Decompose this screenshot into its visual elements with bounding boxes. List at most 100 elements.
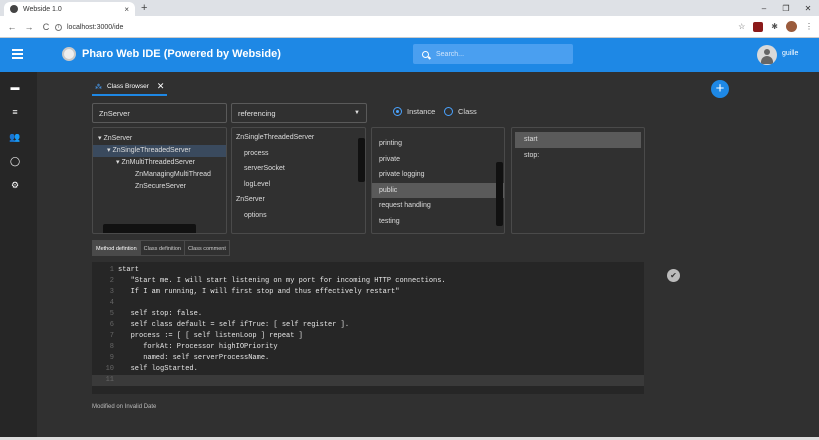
close-tab-button[interactable]: ✕: [157, 81, 165, 92]
code-line: 7 process := [ [ self listenLoop ] repea…: [92, 331, 644, 342]
line-number: 3: [109, 288, 114, 296]
bookmark-star-icon[interactable]: ☆: [738, 22, 745, 31]
app-title: Pharo Web IDE (Powered by Webside): [82, 48, 281, 60]
expand-icon[interactable]: ▾: [116, 159, 120, 166]
add-button[interactable]: +: [711, 80, 729, 98]
expand-icon[interactable]: ▾: [107, 147, 111, 154]
profile-avatar[interactable]: [786, 21, 797, 32]
code-line: 3 If I am running, I will first stop and…: [92, 287, 644, 298]
code-line: 8 forkAt: Processor highIOPriority: [92, 342, 644, 353]
code-text: If I am running, I will first stop and t…: [118, 288, 400, 296]
search-input[interactable]: Search...: [413, 44, 573, 64]
tree-item-znsinglethreadedserver[interactable]: ▾ ZnSingleThreadedServer: [93, 145, 226, 157]
tree-item-znmultithreadedserver[interactable]: ▾ ZnMultiThreadedServer: [93, 157, 226, 169]
methods-panel: start stop:: [511, 127, 645, 234]
category-item-selected[interactable]: public: [372, 182, 504, 198]
variables-panel: ZnSingleThreadedServer process serverSoc…: [231, 127, 366, 234]
browser-menu-icon[interactable]: ⋮: [805, 22, 813, 31]
category-item[interactable]: private: [372, 152, 504, 168]
list-icon[interactable]: ≡: [9, 107, 21, 117]
new-tab-button[interactable]: +: [141, 2, 147, 14]
line-number: 10: [105, 365, 114, 373]
class-name-input[interactable]: ZnServer: [92, 103, 227, 123]
vertical-scrollbar[interactable]: [496, 162, 503, 226]
radio-instance-indicator[interactable]: [393, 107, 402, 116]
tab-label: Class Browser: [107, 83, 149, 90]
variable-item[interactable]: process: [232, 146, 365, 162]
radio-class-label: Class: [458, 107, 477, 116]
terminal-icon[interactable]: ▬: [9, 82, 21, 92]
tree-item-label: ZnServer: [103, 135, 133, 142]
vertical-scrollbar[interactable]: [358, 138, 365, 182]
hamburger-menu-icon[interactable]: [12, 49, 23, 59]
mode-select[interactable]: referencing ▼: [231, 103, 367, 123]
variable-item[interactable]: options: [232, 208, 365, 224]
puzzle-extensions-icon[interactable]: ✱: [771, 22, 778, 31]
tree-item-znserver[interactable]: ▾ ZnServer: [93, 133, 226, 145]
code-text: self logStarted.: [118, 365, 198, 373]
line-number: 4: [109, 299, 114, 307]
tab-class-definition[interactable]: Class definition: [140, 240, 185, 256]
horizontal-scrollbar[interactable]: [103, 224, 196, 233]
method-item-selected[interactable]: start: [515, 132, 641, 148]
code-editor[interactable]: 1 start 2 "Start me. I will start listeni…: [92, 262, 644, 394]
close-window-button[interactable]: ✕: [797, 0, 819, 16]
variable-group-header[interactable]: ZnSingleThreadedServer: [232, 130, 365, 146]
tab-class-comment[interactable]: Class comment: [184, 240, 230, 256]
tree-item-znsecureserver[interactable]: ZnSecureServer: [93, 181, 226, 193]
line-number: 2: [109, 277, 114, 285]
github-icon[interactable]: ◯: [9, 156, 21, 166]
settings-icon[interactable]: ⚙: [9, 180, 21, 190]
browser-tab[interactable]: Webside 1.0 ×: [4, 2, 135, 16]
category-item[interactable]: private logging: [372, 167, 504, 183]
back-button[interactable]: ←: [7, 22, 17, 32]
favicon-icon: [10, 5, 18, 13]
definition-tabs: Method defintion Class definition Class …: [92, 240, 230, 256]
line-number: 7: [109, 332, 114, 340]
status-text: Modified on Invalid Date: [92, 404, 157, 410]
radio-instance-label: Instance: [407, 107, 436, 116]
category-item[interactable]: request handling: [372, 198, 504, 214]
url-bar[interactable]: i localhost:3000/ide: [55, 19, 123, 35]
user-name[interactable]: guille: [782, 50, 798, 57]
reload-button[interactable]: C: [41, 22, 51, 32]
radio-class-indicator[interactable]: [444, 107, 453, 116]
pdf-extension-icon[interactable]: [753, 21, 764, 32]
category-item[interactable]: testing: [372, 214, 504, 230]
tree-item-znmanagingmultithread[interactable]: ZnManagingMultiThread: [93, 169, 226, 181]
mode-select-value: referencing: [238, 108, 276, 118]
tree-item-label: ZnManagingMultiThread: [135, 171, 211, 178]
info-icon[interactable]: i: [55, 23, 62, 31]
url-text: localhost:3000/ide: [67, 23, 124, 31]
search-icon: [422, 50, 429, 58]
method-item[interactable]: stop:: [515, 148, 641, 164]
expand-icon[interactable]: ▾: [98, 135, 102, 142]
class-browser-icon: ⁂: [95, 83, 102, 91]
user-avatar[interactable]: [757, 45, 777, 65]
code-line: 5 self stop: false.: [92, 309, 644, 320]
code-text: process := [ [ self listenLoop ] repeat …: [118, 332, 303, 340]
radio-instance[interactable]: Instance: [393, 107, 435, 116]
code-text: forkAt: Processor highIOPriority: [118, 343, 278, 351]
categories-panel: printing private private logging public …: [371, 127, 505, 234]
radio-class[interactable]: Class: [444, 107, 477, 116]
accept-check-icon[interactable]: ✔: [667, 269, 680, 282]
close-tab-icon[interactable]: ×: [124, 5, 129, 14]
people-icon[interactable]: 👥: [9, 132, 21, 142]
address-bar-row: ← → C i localhost:3000/ide ☆ ✱ ⋮: [0, 16, 819, 38]
variable-item[interactable]: serverSocket: [232, 161, 365, 177]
chevron-down-icon: ▼: [354, 110, 360, 116]
variable-item[interactable]: logLevel: [232, 177, 365, 193]
sidebar: ▬ ≡ 👥 ◯ ⚙: [0, 72, 37, 440]
main-content: ⁂ Class Browser ✕ + ZnServer referencing…: [38, 72, 819, 440]
minimize-button[interactable]: –: [753, 0, 775, 16]
category-item[interactable]: printing: [372, 136, 504, 152]
tab-class-browser[interactable]: ⁂ Class Browser ✕: [92, 79, 168, 96]
tab-method-definition[interactable]: Method defintion: [92, 240, 141, 256]
code-text: "Start me. I will start listening on my …: [118, 277, 446, 285]
forward-button[interactable]: →: [24, 22, 34, 32]
line-number: 5: [109, 310, 114, 318]
maximize-button[interactable]: ❐: [775, 0, 797, 16]
variable-group-header[interactable]: ZnServer: [232, 192, 365, 208]
code-text: named: self serverProcessName.: [118, 354, 270, 362]
